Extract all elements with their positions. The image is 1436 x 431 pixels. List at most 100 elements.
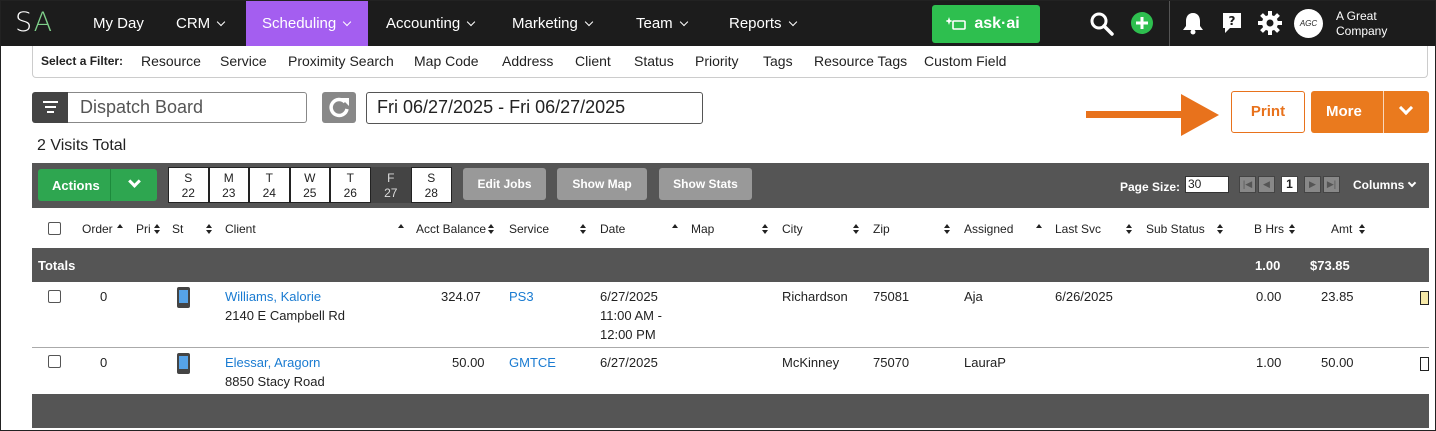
- row-checkbox[interactable]: [48, 290, 61, 303]
- refresh-icon: [329, 97, 349, 118]
- sort-icon[interactable]: [853, 224, 860, 235]
- day-wed[interactable]: W 25: [289, 167, 330, 203]
- sort-icon[interactable]: [488, 224, 495, 235]
- col-city[interactable]: City: [782, 222, 803, 236]
- last-page-icon[interactable]: ▶|: [1323, 176, 1340, 193]
- sort-icon[interactable]: [1126, 224, 1133, 235]
- day-mon[interactable]: M 23: [208, 167, 249, 203]
- filter-priority[interactable]: Priority: [695, 53, 739, 69]
- sort-icon[interactable]: [1359, 224, 1366, 235]
- board-select[interactable]: Dispatch Board: [68, 92, 307, 123]
- help-icon[interactable]: ?: [1221, 11, 1243, 35]
- sort-asc-icon[interactable]: [117, 224, 124, 235]
- callout-arrow-icon: [1181, 94, 1219, 136]
- nav-accounting[interactable]: Accounting: [370, 1, 490, 46]
- visits-total: 2 Visits Total: [37, 137, 127, 154]
- edit-jobs-button[interactable]: Edit Jobs: [463, 168, 546, 200]
- company-name[interactable]: A Great Company: [1336, 9, 1416, 39]
- logo[interactable]: SA: [15, 7, 53, 38]
- col-map[interactable]: Map: [691, 222, 714, 236]
- row-checkbox[interactable]: [48, 355, 61, 368]
- note-icon[interactable]: [1420, 357, 1429, 371]
- chevron-down-icon[interactable]: [1398, 100, 1414, 116]
- sort-icon[interactable]: [206, 224, 213, 235]
- col-zip[interactable]: Zip: [873, 222, 890, 236]
- day-thu[interactable]: T 26: [330, 167, 371, 203]
- show-map-button[interactable]: Show Map: [557, 168, 647, 200]
- col-b-hrs[interactable]: B Hrs: [1254, 222, 1284, 236]
- ask-ai-button[interactable]: ask·ai: [932, 5, 1040, 43]
- next-page-icon[interactable]: ▶: [1304, 176, 1321, 193]
- sort-icon[interactable]: [1217, 224, 1224, 235]
- sort-asc-icon[interactable]: [672, 224, 679, 235]
- row-service-link[interactable]: GMTCE: [509, 353, 556, 372]
- prev-page-icon[interactable]: ◀: [1258, 176, 1275, 193]
- col-pri[interactable]: Pri: [136, 222, 151, 236]
- columns-menu[interactable]: Columns: [1353, 178, 1417, 192]
- current-page[interactable]: 1: [1281, 176, 1298, 193]
- col-last-svc[interactable]: Last Svc: [1055, 222, 1101, 236]
- row-client-link[interactable]: Williams, Kalorie: [225, 287, 321, 306]
- filter-service[interactable]: Service: [220, 53, 267, 69]
- sort-icon[interactable]: [944, 224, 951, 235]
- nav-scheduling[interactable]: Scheduling: [246, 1, 368, 46]
- more-button[interactable]: More: [1311, 91, 1429, 133]
- filter-client[interactable]: Client: [575, 53, 611, 69]
- col-amt[interactable]: Amt: [1331, 222, 1352, 236]
- sort-icon[interactable]: [762, 224, 769, 235]
- filter-map-code[interactable]: Map Code: [414, 53, 479, 69]
- row-amt: 50.00: [1321, 355, 1354, 370]
- sort-icon[interactable]: [1289, 224, 1296, 235]
- sort-icon[interactable]: [154, 224, 161, 235]
- select-all-checkbox[interactable]: [48, 222, 61, 235]
- print-button[interactable]: Print: [1231, 91, 1305, 133]
- nav-my-day[interactable]: My Day: [77, 1, 160, 46]
- filter-status[interactable]: Status: [634, 53, 674, 69]
- day-tue[interactable]: T 24: [249, 167, 290, 203]
- table-header: Order Pri St Client Acct Balance Service…: [32, 208, 1429, 248]
- gear-icon[interactable]: [1258, 11, 1282, 35]
- note-icon[interactable]: [1420, 291, 1429, 305]
- col-order[interactable]: Order: [82, 222, 113, 236]
- day-fri-selected[interactable]: F 27: [370, 167, 411, 203]
- filter-custom-field[interactable]: Custom Field: [924, 53, 1006, 69]
- actions-button[interactable]: Actions: [38, 169, 157, 201]
- filter-address[interactable]: Address: [502, 53, 553, 69]
- board-filter-button[interactable]: [32, 92, 68, 123]
- col-acct-balance[interactable]: Acct Balance: [416, 222, 486, 236]
- page-size-input[interactable]: 30: [1185, 176, 1229, 193]
- row-service-link[interactable]: PS3: [509, 287, 534, 306]
- chevron-down-icon[interactable]: [128, 175, 141, 188]
- filter-tags[interactable]: Tags: [763, 53, 793, 69]
- day-sun[interactable]: S 22: [168, 167, 209, 203]
- refresh-button[interactable]: [322, 92, 356, 123]
- nav-crm[interactable]: CRM: [160, 1, 240, 46]
- sort-asc-icon[interactable]: [1036, 224, 1043, 235]
- bell-icon[interactable]: [1182, 11, 1204, 35]
- avatar[interactable]: AGC: [1294, 9, 1323, 38]
- filter-resource-tags[interactable]: Resource Tags: [814, 53, 907, 69]
- filter-resource[interactable]: Resource: [141, 53, 201, 69]
- nav-marketing[interactable]: Marketing: [496, 1, 608, 46]
- sort-asc-icon[interactable]: [398, 224, 405, 235]
- first-page-icon[interactable]: |◀: [1239, 176, 1256, 193]
- search-icon[interactable]: [1089, 11, 1115, 37]
- add-icon[interactable]: [1130, 11, 1154, 35]
- nav-reports[interactable]: Reports: [713, 1, 812, 46]
- sort-icon[interactable]: [580, 224, 587, 235]
- row-client-link[interactable]: Elessar, Aragorn: [225, 353, 320, 372]
- show-stats-button[interactable]: Show Stats: [659, 168, 752, 200]
- col-service[interactable]: Service: [509, 222, 549, 236]
- table-row[interactable]: 0 Elessar, Aragorn 8850 Stacy Road 50.00…: [32, 348, 1429, 394]
- filter-proximity-search[interactable]: Proximity Search: [288, 53, 394, 69]
- col-assigned[interactable]: Assigned: [964, 222, 1013, 236]
- date-range-input[interactable]: Fri 06/27/2025 - Fri 06/27/2025: [366, 92, 703, 124]
- col-sub-status[interactable]: Sub Status: [1146, 222, 1205, 236]
- nav-team[interactable]: Team: [620, 1, 703, 46]
- svg-text:?: ?: [1229, 14, 1236, 28]
- col-st[interactable]: St: [172, 222, 183, 236]
- day-sat[interactable]: S 28: [411, 167, 452, 203]
- col-date[interactable]: Date: [600, 222, 625, 236]
- table-row[interactable]: 0 Williams, Kalorie 2140 E Campbell Rd 3…: [32, 282, 1429, 348]
- col-client[interactable]: Client: [225, 222, 256, 236]
